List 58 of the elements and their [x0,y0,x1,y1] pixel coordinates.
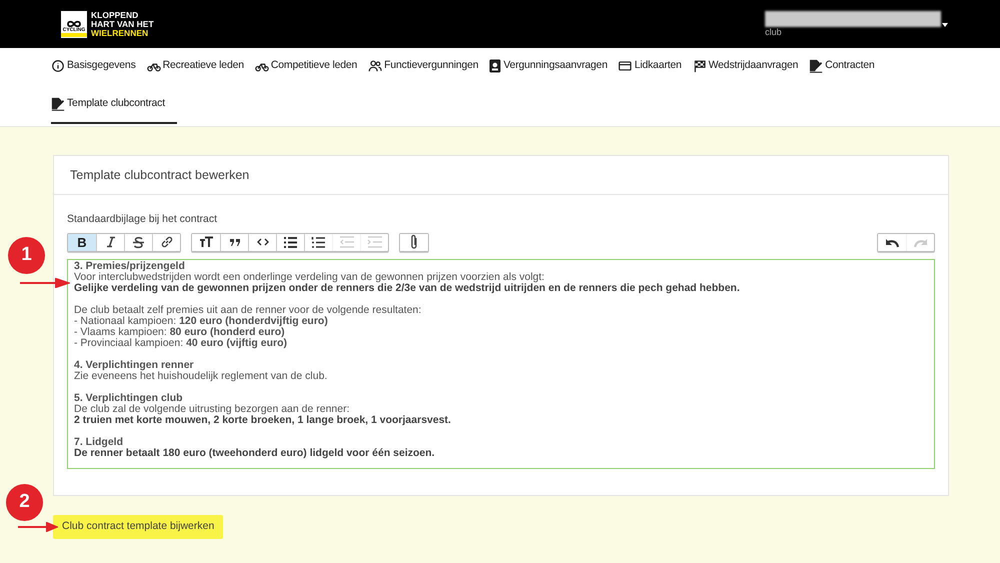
link-button[interactable] [152,234,180,251]
numbered-list-icon [311,236,326,249]
logo-text: HART VAN HET [91,20,154,28]
infinity-icon [66,20,82,28]
editor-text-line: De club betaalt zelf premies uit aan de renner voor de volgende resultaten: [74,304,422,316]
pointer-arrow [18,522,58,532]
undo-icon [885,236,899,248]
editor-text-line: 3. Premies/prijzengeld [74,260,186,272]
editor-text-line: 2 truien met korte mouwen, 2 korte broeken, 1 lange broek, 1 voorjaarsvest. [74,414,452,426]
field-label: Standaardbijlage bij het contract [67,212,218,227]
nav-tab[interactable]: Wedstrijdaanvragen [692,48,798,86]
editor-text-line: 7. Lidgeld [74,436,124,448]
nav-tab[interactable]: Lidkaarten [618,48,682,86]
nav-tab[interactable]: Vergunningsaanvragen [489,48,608,86]
card-icon [618,59,632,73]
nav-tab[interactable]: Functievergunningen [368,48,478,86]
id-badge-icon [489,59,502,73]
code-icon [256,237,268,248]
editor-text-line: 4. Verplichtingen renner [74,360,195,371]
editor-text-line: Voor interclubwedstrijden wordt een onderlinge verdeling van de gewonnen prijzen voorzien als volgt: [74,272,546,283]
bold-button[interactable]: B [68,234,96,251]
italic-icon [104,236,116,248]
logo-text: KLOPPEND [91,10,140,20]
editor-text-line: Gelijke verdeling van de gewonnen prijzen onder de renners die 2/3e van de wedstrijd uitrijden en de renners die pech gehad hebben. [74,282,741,294]
signature-icon [809,59,824,73]
text-size-icon [198,236,214,248]
update-template-button[interactable]: Club contract template bijwerken [53,515,224,539]
editor-text-line: - Vlaams kampioen: 80 euro (honderd euro) [74,326,285,338]
indent-icon [366,236,382,248]
editor-text-line: - Nationaal kampioen: 120 euro (honderdvijftig euro) [74,316,328,327]
nav-tab[interactable]: Competitieve leden [254,48,358,86]
paperclip-icon [409,234,419,250]
logo-text: WIELRENNEN [91,28,150,38]
editor-text-line: De renner betaalt 180 euro (tweehonderd euro) lidgeld voor één seizoen. [74,448,436,459]
redo-icon [914,236,928,248]
user-role: club [765,26,783,38]
nav-tab[interactable]: Template clubcontract [51,86,177,124]
nav-tab[interactable]: Recreatieve leden [146,48,244,86]
step-marker: 1 [8,237,45,274]
pointer-arrow [20,278,70,288]
editor-text-line: De club zal de volgende uitrusting bezorgen aan de renner: [74,404,351,415]
rich-text-editor[interactable] [67,258,935,469]
dropdown-caret-icon[interactable] [942,22,948,26]
info-icon [51,59,65,73]
bullet-list-icon [283,236,298,249]
quote-icon [228,237,240,248]
editor-text-line: Zie eveneens het huishoudelijk reglement van de club. [74,370,328,382]
link-icon [160,235,174,250]
signature-icon [51,97,65,111]
editor-text-line: 5. Verplichtingen club [74,392,184,404]
outdent-icon [338,236,354,248]
strikethrough-icon [132,236,145,249]
nav-tab[interactable]: Basisgegevens [51,48,136,86]
nav-tab[interactable]: Contracten [809,48,874,86]
users-icon [368,59,382,73]
editor-text-line: - Provinciaal kampioen: 40 euro (vijftig euro) [74,338,288,349]
checkered-flag-icon [692,59,707,73]
card-title: Template clubcontract bewerken [70,166,250,184]
